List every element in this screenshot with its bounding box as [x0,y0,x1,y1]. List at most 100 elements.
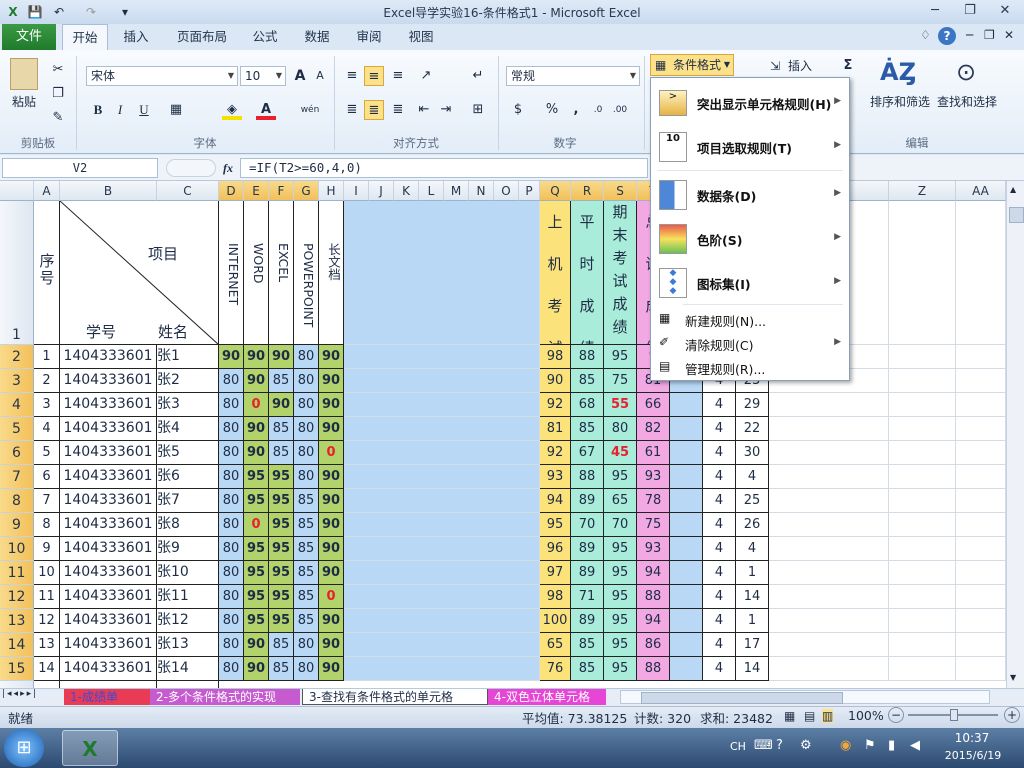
cell-seq[interactable]: 12 [34,609,60,633]
cell-score-d[interactable]: 90 [219,345,244,369]
cell-total[interactable]: 78 [637,489,670,513]
volume-icon[interactable]: ◀ [910,738,920,753]
cell-seq[interactable]: 1 [34,345,60,369]
cell-exam[interactable]: 95 [540,513,571,537]
cell-final[interactable]: 45 [604,441,637,465]
antivirus-icon[interactable]: ◉ [840,738,851,753]
fill-color-icon[interactable]: ◈ [222,100,242,120]
cell-usual[interactable]: 67 [571,441,604,465]
increase-decimal-button[interactable]: .0 [588,100,608,120]
cell-score-h[interactable]: 90 [319,609,344,633]
vertical-scrollbar[interactable]: ▲ ▼ [1006,181,1024,688]
row-header[interactable]: 3 [0,369,34,393]
cell-score-g[interactable]: 85 [294,561,319,585]
column-header-r[interactable]: R [571,181,604,201]
column-header-z[interactable]: Z [889,181,956,201]
cell-student-id[interactable]: 1404333601 [60,345,157,369]
page-break-view-icon[interactable]: ▥ [822,709,834,723]
column-header-o[interactable]: O [494,181,519,201]
tab-insert[interactable]: 插入 [114,24,158,50]
help-tray-icon[interactable]: ? [776,738,783,753]
cell-name[interactable]: 张9 [157,537,219,561]
cell-score-g[interactable]: 85 [294,489,319,513]
column-header-b[interactable]: B [60,181,157,201]
doc-restore-icon[interactable]: ❐ [984,28,995,42]
close-button[interactable]: ✕ [990,2,1020,20]
column-header-aa[interactable]: AA [956,181,1006,201]
cell-name[interactable]: 张3 [157,393,219,417]
zoom-out-button[interactable]: − [888,707,904,723]
empty-cell[interactable] [889,393,956,417]
column-header-j[interactable]: J [369,181,394,201]
conditional-format-button[interactable]: ▦ 条件格式 ▼ [650,54,734,76]
cell-exam[interactable]: 90 [540,369,571,393]
cut-icon[interactable]: ✂ [48,60,68,80]
language-indicator[interactable]: CH [730,740,746,753]
cell-score-e[interactable]: 90 [244,657,269,681]
cell-seq[interactable]: 3 [34,393,60,417]
empty-cell[interactable] [889,537,956,561]
cell-student-id[interactable]: 1404333601 [60,561,157,585]
cell-seq[interactable]: 10 [34,561,60,585]
align-left-icon[interactable]: ≣ [342,100,362,120]
empty-cell[interactable] [889,633,956,657]
cell-score-g[interactable]: 80 [294,393,319,417]
cell-score-h[interactable]: 0 [319,441,344,465]
cell-credit[interactable]: 4 [703,537,736,561]
paste-icon[interactable] [10,58,38,90]
empty-cell[interactable] [889,345,956,369]
paste-button[interactable]: 粘贴 [4,92,44,112]
cell-score-e[interactable]: 95 [244,489,269,513]
underline-button[interactable]: U [134,100,154,120]
row-header[interactable] [0,681,34,688]
cell-u[interactable] [670,441,703,465]
cell-score-h[interactable]: 90 [319,633,344,657]
row-header[interactable]: 5 [0,417,34,441]
insert-function-button[interactable]: fx [218,158,238,178]
restore-button[interactable]: ❐ [955,2,985,20]
cell-final[interactable]: 95 [604,657,637,681]
worksheet-grid[interactable]: ABCDEFGHIJKLMNOPQRSTUVWZAA 1序号项目学号姓名INTE… [0,181,1006,688]
sheet-tab-2[interactable]: 2-多个条件格式的实现 [150,689,300,705]
cell-score-d[interactable]: 80 [219,489,244,513]
cell-score-e[interactable]: 90 [244,369,269,393]
cell-score-e[interactable]: 90 [244,441,269,465]
cell-student-id[interactable]: 1404333601 [60,417,157,441]
empty-cell[interactable] [769,417,889,441]
cell-rank[interactable]: 14 [736,585,769,609]
column-header-f[interactable]: F [269,181,294,201]
borders-icon[interactable]: ▦ [166,100,186,120]
cell-u[interactable] [670,585,703,609]
cell-score-g[interactable]: 85 [294,537,319,561]
cell-q-header[interactable]: 上机考试 [540,201,571,345]
cell-u[interactable] [670,561,703,585]
cell-diagonal-header[interactable]: 项目 学号 姓名 [60,201,219,345]
cell-student-id[interactable]: 1404333601 [60,369,157,393]
settings-tray-icon[interactable]: ⚙ [800,738,812,753]
cell-final[interactable]: 75 [604,369,637,393]
cell-score-e[interactable]: 95 [244,537,269,561]
cell-rank[interactable]: 25 [736,489,769,513]
tab-data[interactable]: 数据 [296,24,338,50]
tab-review[interactable]: 审阅 [348,24,390,50]
cell-final[interactable]: 95 [604,561,637,585]
column-header-k[interactable]: K [394,181,419,201]
row-header[interactable]: 4 [0,393,34,417]
cell-score-e[interactable]: 95 [244,609,269,633]
menu-item-new-rule[interactable]: ▦ 新建规则(N)... [651,308,849,330]
empty-cell[interactable] [956,345,1006,369]
formula-input[interactable]: =IF(T2>=60,4,0) [240,158,648,178]
number-format-combo[interactable]: 常规 ▼ [506,66,640,86]
comma-style-button[interactable]: , [566,100,586,120]
cell-score-d[interactable]: 80 [219,369,244,393]
empty-cell[interactable] [956,609,1006,633]
cell-seq[interactable]: 11 [34,585,60,609]
cell-usual[interactable]: 89 [571,561,604,585]
tab-formulas[interactable]: 公式 [244,24,286,50]
cell-credit[interactable]: 4 [703,633,736,657]
cell-exam[interactable]: 100 [540,609,571,633]
empty-cell[interactable] [956,585,1006,609]
cell-u[interactable] [670,393,703,417]
empty-cell[interactable] [956,441,1006,465]
cell-subject-header[interactable]: EXCEL [269,201,294,345]
